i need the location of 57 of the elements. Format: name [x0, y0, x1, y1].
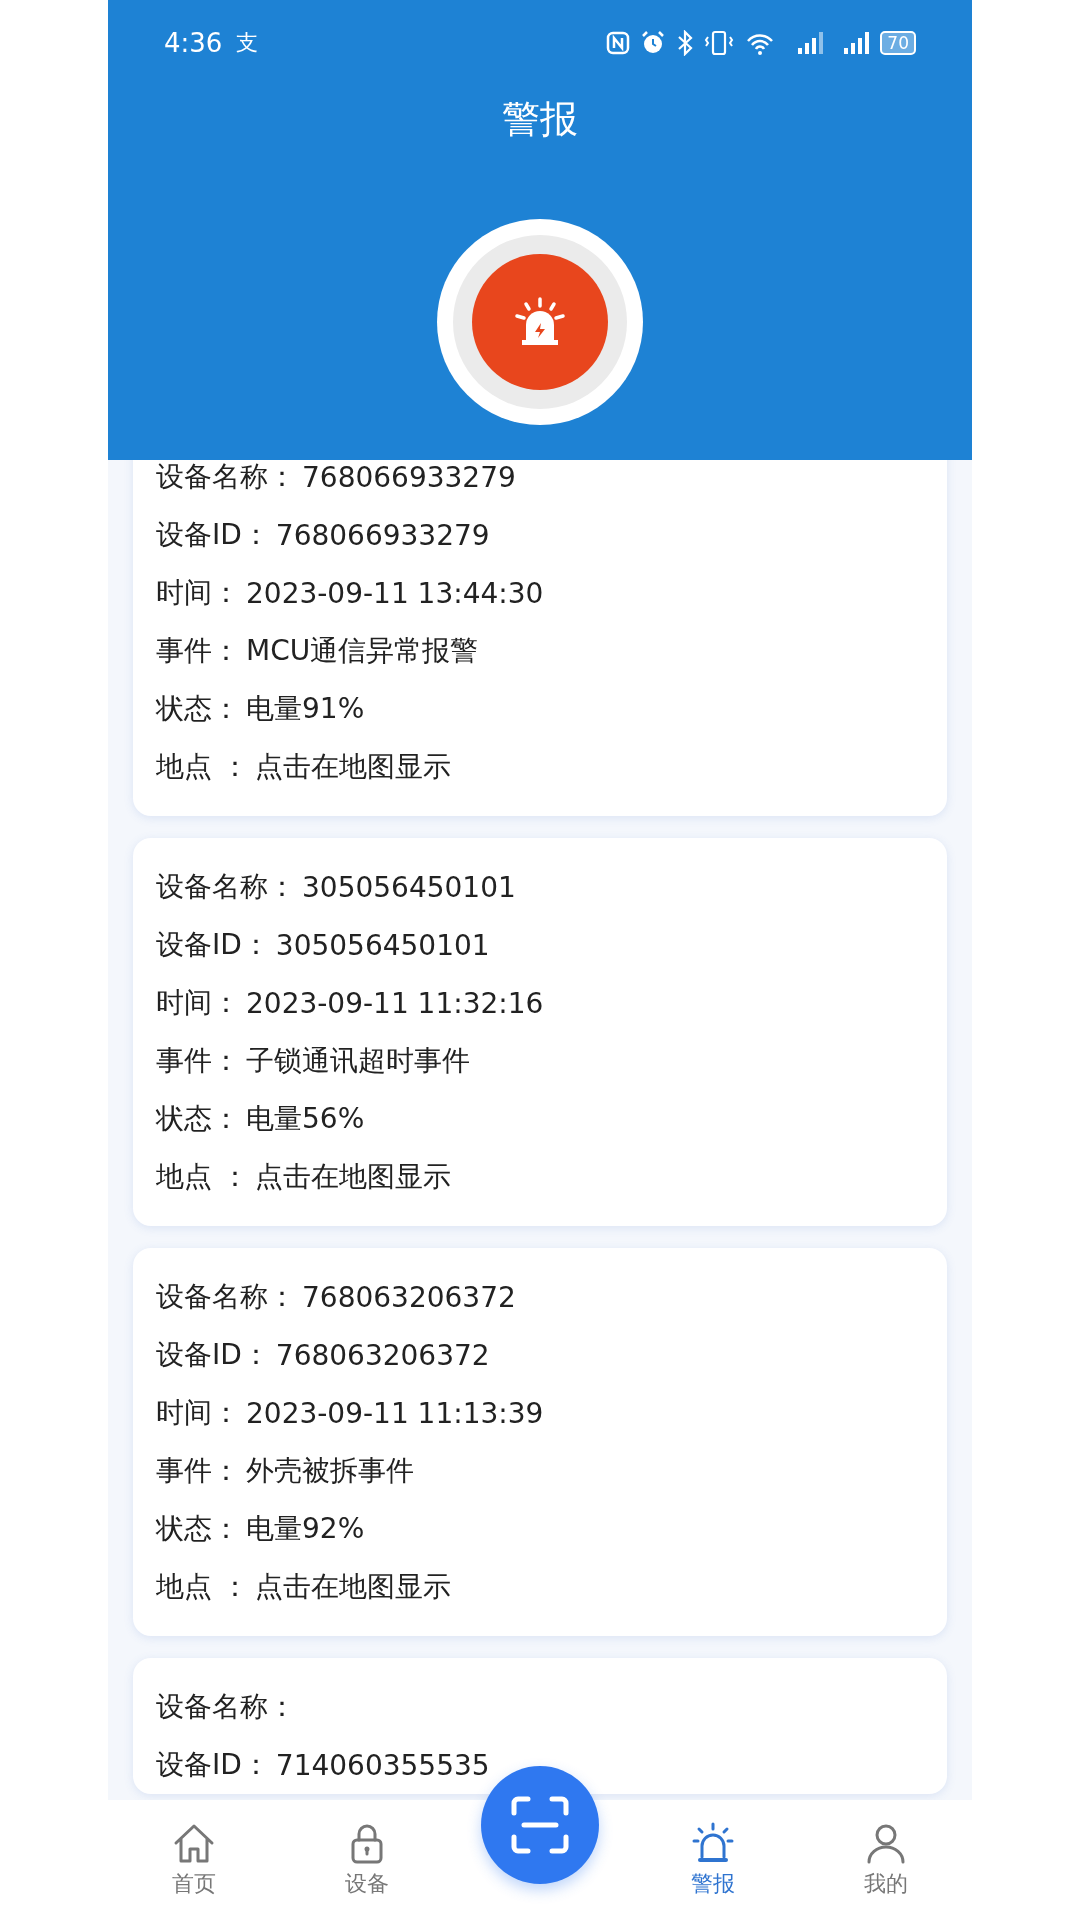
field-value: 电量56% — [246, 1101, 365, 1137]
nav-tab[interactable]: 警报 — [626, 1821, 800, 1899]
alarm-card[interactable]: 设备名称： 768063206372 设备ID： 768063206372 时间： 2023-09-11 11:13:39 事件： 外壳被拆事件 状态： 电量92% 地点 ： 点击在地图显示 — [133, 1248, 947, 1636]
field-label: 事件： — [156, 1043, 240, 1079]
nav-tab[interactable]: 首页 — [108, 1821, 281, 1899]
field-label: 设备名称： — [156, 1279, 296, 1315]
field-value: 外壳被拆事件 — [246, 1453, 414, 1489]
nfc-icon — [606, 31, 631, 55]
field-value: 2023-09-11 11:13:39 — [246, 1396, 544, 1430]
field-label: 时间： — [156, 1395, 240, 1431]
field-label: 设备名称： — [156, 1689, 296, 1725]
field-label: 设备ID： — [156, 927, 270, 963]
battery-level: 70 — [880, 31, 916, 55]
siren-icon — [514, 297, 566, 347]
field-value: 点击在地图显示 — [254, 1159, 451, 1195]
field-label: 设备名称： — [156, 460, 296, 495]
vibrate-icon — [704, 30, 735, 56]
alarm-card[interactable]: 设备名称： 305056450101 设备ID： 305056450101 时间： 2023-09-11 11:32:16 事件： 子锁通讯超时事件 状态： 电量56% 地点 ： 点击在地图显示 — [133, 838, 947, 1226]
nav-tab[interactable]: 我的 — [799, 1821, 972, 1899]
field-value: 768063206372 — [275, 1338, 490, 1372]
field-value: 点击在地图显示 — [254, 749, 451, 785]
field-label: 时间： — [156, 575, 240, 611]
alarm-card[interactable]: 设备名称： 设备ID： 714060355535 — [133, 1658, 947, 1794]
field-label: 事件： — [156, 1453, 240, 1489]
field-label: 设备ID： — [156, 1747, 270, 1783]
field-value: 电量91% — [246, 691, 365, 727]
field-label: 设备ID： — [156, 1337, 270, 1373]
scan-icon — [510, 1795, 570, 1855]
field-value: 768063206372 — [302, 1280, 516, 1314]
field-value: 点击在地图显示 — [254, 1569, 451, 1605]
field-value: 714060355535 — [275, 1748, 490, 1782]
page-title: 警报 — [502, 96, 578, 143]
field-label: 设备ID： — [156, 517, 270, 553]
field-value: 305056450101 — [302, 870, 516, 904]
field-value: 子锁通讯超时事件 — [246, 1043, 470, 1079]
field-value: 电量92% — [246, 1511, 365, 1547]
field-value: 2023-09-11 13:44:30 — [246, 576, 544, 610]
app-notification-icon: 支 — [236, 28, 259, 58]
nav-tab[interactable]: 设备 — [280, 1821, 454, 1899]
field-label: 状态： — [156, 1511, 240, 1547]
field-label: 地点 ： — [156, 749, 249, 785]
field-label: 事件： — [156, 633, 240, 669]
field-label: 设备名称： — [156, 869, 296, 905]
field-label: 地点 ： — [156, 1569, 249, 1605]
siren-icon — [690, 1821, 735, 1865]
field-label: 时间： — [156, 985, 240, 1021]
status-time: 4:36 — [164, 28, 223, 58]
field-value: MCU通信异常报警 — [246, 633, 479, 669]
field-label: 地点 ： — [156, 1159, 249, 1195]
alarm-card[interactable]: 设备名称： 768066933279 设备ID： 768066933279 时间： 2023-09-11 13:44:30 事件： MCU通信异常报警 状态： 电量91% 地点 ： 点击在地图显示 — [133, 460, 947, 816]
field-value: 2023-09-11 11:32:16 — [246, 986, 544, 1020]
bluetooth-icon — [676, 30, 695, 56]
field-label: 状态： — [156, 691, 240, 727]
field-value: 305056450101 — [275, 928, 490, 962]
field-label: 状态： — [156, 1101, 240, 1137]
field-value: 768066933279 — [275, 518, 490, 552]
field-value: 768066933279 — [302, 460, 516, 494]
